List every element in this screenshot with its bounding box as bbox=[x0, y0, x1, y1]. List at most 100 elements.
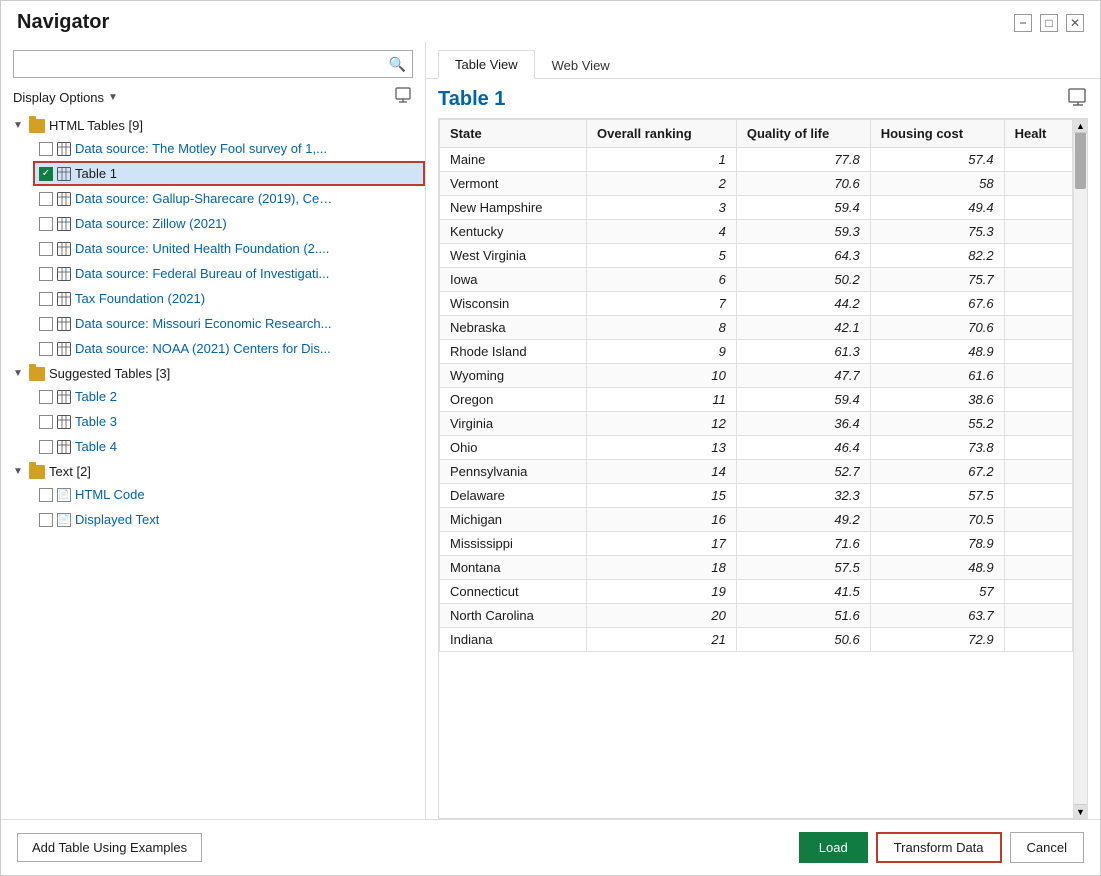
horizontal-scrollbar[interactable]: ◀ ▶ bbox=[439, 818, 1087, 819]
item-label-displayed-text: Displayed Text bbox=[75, 512, 159, 527]
table-cell: Michigan bbox=[440, 508, 587, 532]
checkbox-ds-noaa[interactable] bbox=[39, 342, 53, 356]
data-table: State Overall ranking Quality of life Ho… bbox=[439, 119, 1073, 652]
group-label-text: Text [2] bbox=[49, 464, 91, 479]
table-cell: 57.5 bbox=[736, 556, 870, 580]
table-cell bbox=[1004, 172, 1072, 196]
folder-icon-text bbox=[29, 465, 45, 479]
vertical-scrollbar[interactable]: ▲ ▼ bbox=[1073, 119, 1087, 818]
tree-item-table2[interactable]: Table 2 bbox=[33, 384, 425, 409]
add-table-button[interactable]: Add Table Using Examples bbox=[17, 833, 202, 862]
table-scroll-area[interactable]: State Overall ranking Quality of life Ho… bbox=[439, 119, 1073, 818]
load-button[interactable]: Load bbox=[799, 832, 868, 863]
table-row: Michigan1649.270.5 bbox=[440, 508, 1073, 532]
checkbox-table2[interactable] bbox=[39, 390, 53, 404]
table-grid-icon-gallup bbox=[57, 192, 71, 206]
tree-item-table3[interactable]: Table 3 bbox=[33, 409, 425, 434]
table-cell: 55.2 bbox=[870, 412, 1004, 436]
tree-item-table1[interactable]: ✓ Table 1 bbox=[33, 161, 425, 186]
table-cell: 75.7 bbox=[870, 268, 1004, 292]
item-label-table4: Table 4 bbox=[75, 439, 117, 454]
table-cell bbox=[1004, 508, 1072, 532]
item-label-ds-motley: Data source: The Motley Fool survey of 1… bbox=[75, 141, 327, 156]
display-options-button[interactable]: Display Options ▼ bbox=[13, 90, 118, 105]
tab-web-view[interactable]: Web View bbox=[535, 51, 627, 79]
transfer-icon[interactable] bbox=[395, 86, 413, 109]
tree-item-ds-uhf[interactable]: Data source: United Health Foundation (2… bbox=[33, 236, 425, 261]
checkbox-ds-uhf[interactable] bbox=[39, 242, 53, 256]
chevron-down-icon: ▼ bbox=[108, 92, 118, 103]
checkbox-table3[interactable] bbox=[39, 415, 53, 429]
checkbox-ds-gallup[interactable] bbox=[39, 192, 53, 206]
table-cell bbox=[1004, 436, 1072, 460]
checkbox-table1[interactable]: ✓ bbox=[39, 167, 53, 181]
tab-table-view[interactable]: Table View bbox=[438, 50, 535, 79]
tree-group-header-html-tables[interactable]: ▼ HTML Tables [9] bbox=[9, 115, 425, 136]
table-row: Rhode Island961.348.9 bbox=[440, 340, 1073, 364]
col-header-state: State bbox=[440, 120, 587, 148]
table-cell bbox=[1004, 340, 1072, 364]
scroll-down-btn[interactable]: ▼ bbox=[1074, 804, 1087, 818]
item-label-table3: Table 3 bbox=[75, 414, 117, 429]
table-cell: 42.1 bbox=[736, 316, 870, 340]
table-cell: 14 bbox=[587, 460, 737, 484]
checkbox-ds-motley[interactable] bbox=[39, 142, 53, 156]
table-cell: 67.6 bbox=[870, 292, 1004, 316]
table-cell: 13 bbox=[587, 436, 737, 460]
table-cell: 21 bbox=[587, 628, 737, 652]
table-cell: 59.4 bbox=[736, 388, 870, 412]
checkbox-ds-zillow[interactable] bbox=[39, 217, 53, 231]
table-cell: 20 bbox=[587, 604, 737, 628]
table-cell bbox=[1004, 628, 1072, 652]
tree-group-header-text[interactable]: ▼ Text [2] bbox=[9, 461, 425, 482]
tree-item-tax[interactable]: Tax Foundation (2021) bbox=[33, 286, 425, 311]
close-button[interactable]: ✕ bbox=[1066, 14, 1084, 32]
scroll-up-btn[interactable]: ▲ bbox=[1074, 119, 1087, 133]
table-cell: Ohio bbox=[440, 436, 587, 460]
table-cell: 9 bbox=[587, 340, 737, 364]
minimize-button[interactable]: ⎯ bbox=[1014, 14, 1032, 32]
tree-items-suggested: Table 2 bbox=[9, 384, 425, 459]
tree-item-ds-motley[interactable]: Data source: The Motley Fool survey of 1… bbox=[33, 136, 425, 161]
tree-item-html-code[interactable]: 📄 HTML Code bbox=[33, 482, 425, 507]
table-cell: 8 bbox=[587, 316, 737, 340]
table-cell bbox=[1004, 604, 1072, 628]
table-grid-icon-tax bbox=[57, 292, 71, 306]
tree-arrow-icon: ▼ bbox=[13, 120, 25, 131]
table-cell: 49.2 bbox=[736, 508, 870, 532]
tree-group-header-suggested[interactable]: ▼ Suggested Tables [3] bbox=[9, 363, 425, 384]
item-label-ds-fbi: Data source: Federal Bureau of Investiga… bbox=[75, 266, 329, 281]
cancel-button[interactable]: Cancel bbox=[1010, 832, 1084, 863]
checkbox-ds-mo[interactable] bbox=[39, 317, 53, 331]
tree-item-table4[interactable]: Table 4 bbox=[33, 434, 425, 459]
table-cell: 38.6 bbox=[870, 388, 1004, 412]
table-cell: 48.9 bbox=[870, 340, 1004, 364]
tree-item-ds-noaa[interactable]: Data source: NOAA (2021) Centers for Dis… bbox=[33, 336, 425, 361]
table-cell: 48.9 bbox=[870, 556, 1004, 580]
transform-data-button[interactable]: Transform Data bbox=[876, 832, 1002, 863]
table-cell: 46.4 bbox=[736, 436, 870, 460]
group-label-suggested: Suggested Tables [3] bbox=[49, 366, 170, 381]
tree-item-ds-fbi[interactable]: Data source: Federal Bureau of Investiga… bbox=[33, 261, 425, 286]
checkbox-displayed-text[interactable] bbox=[39, 513, 53, 527]
text-doc-icon-2: 📄 bbox=[57, 513, 71, 527]
table-grid-icon-mo bbox=[57, 317, 71, 331]
preview-export-icon[interactable] bbox=[1068, 87, 1088, 112]
table-grid-icon-uhf bbox=[57, 242, 71, 256]
table-cell: 58 bbox=[870, 172, 1004, 196]
table-cell: Indiana bbox=[440, 628, 587, 652]
checkbox-tax[interactable] bbox=[39, 292, 53, 306]
tree-item-displayed-text[interactable]: 📄 Displayed Text bbox=[33, 507, 425, 532]
checkbox-table4[interactable] bbox=[39, 440, 53, 454]
search-bar[interactable]: 🔍 bbox=[13, 50, 413, 78]
restore-button[interactable]: □ bbox=[1040, 14, 1058, 32]
search-input[interactable] bbox=[20, 57, 389, 72]
col-header-quality: Quality of life bbox=[736, 120, 870, 148]
tree-item-ds-mo[interactable]: Data source: Missouri Economic Research.… bbox=[33, 311, 425, 336]
checkbox-html-code[interactable] bbox=[39, 488, 53, 502]
tree-item-ds-gallup[interactable]: Data source: Gallup-Sharecare (2019), Ce… bbox=[33, 186, 425, 211]
table-cell: 44.2 bbox=[736, 292, 870, 316]
table-cell: Virginia bbox=[440, 412, 587, 436]
tree-item-ds-zillow[interactable]: Data source: Zillow (2021) bbox=[33, 211, 425, 236]
checkbox-ds-fbi[interactable] bbox=[39, 267, 53, 281]
